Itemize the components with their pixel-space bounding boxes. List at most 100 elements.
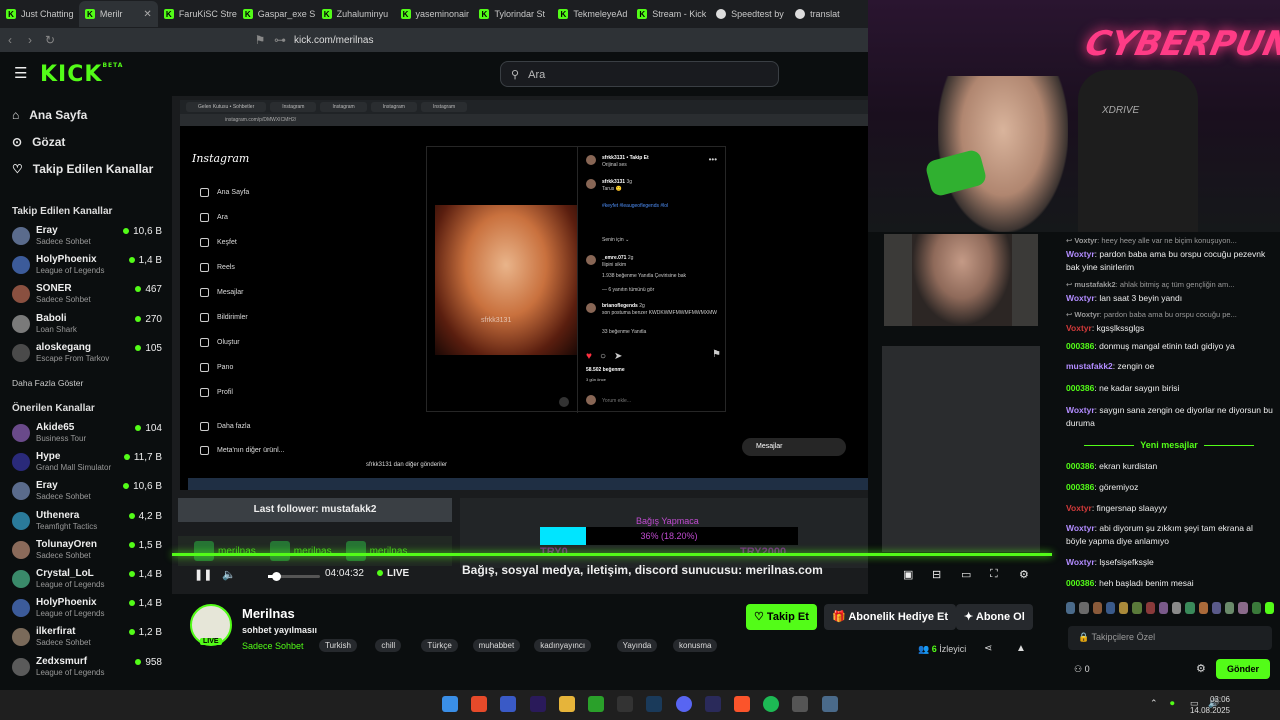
- epic-icon[interactable]: [617, 696, 634, 712]
- streamer-name[interactable]: Merilnas: [242, 606, 295, 621]
- bookmark-icon[interactable]: ⚑: [250, 33, 270, 47]
- recommended-channel[interactable]: TolunayOren Sadece Sohbet 1,5 B: [12, 538, 162, 565]
- browser-tab[interactable]: K FaruKiSC Stre: [158, 1, 237, 27]
- send-button[interactable]: Gönder: [1216, 659, 1270, 679]
- browser-tab[interactable]: K Gaspar_exe S: [237, 1, 316, 27]
- followed-channel[interactable]: Baboli Loan Shark 270: [12, 312, 162, 339]
- emote-icon[interactable]: [1238, 602, 1248, 614]
- browser-tab[interactable]: K Merilr ✕: [78, 1, 158, 27]
- chat-input[interactable]: 🔒 Takipçilere Özel: [1068, 626, 1272, 650]
- discord-icon[interactable]: [675, 696, 692, 712]
- forward-icon[interactable]: ›: [20, 33, 40, 47]
- volume-icon[interactable]: 🔈: [222, 568, 236, 581]
- pip-icon[interactable]: ▣: [903, 568, 913, 581]
- channel-points[interactable]: ⚇ 0: [1074, 664, 1090, 675]
- volume-handle[interactable]: [272, 572, 282, 581]
- site-info-icon[interactable]: ⊶: [270, 33, 290, 47]
- reload-icon[interactable]: ↻: [40, 33, 60, 47]
- premiere-icon[interactable]: [529, 696, 546, 712]
- stream-tag[interactable]: Türkçe: [421, 639, 458, 652]
- recommended-channel[interactable]: Hype Grand Mall Simulator 11,7 B: [12, 450, 162, 477]
- search-input[interactable]: ⚲ Ara: [500, 61, 779, 87]
- subscribe-button[interactable]: ✦ Abone Ol: [956, 604, 1033, 630]
- url-text[interactable]: kick.com/merilnas: [294, 35, 373, 46]
- app-icon[interactable]: [792, 696, 809, 712]
- close-tab-icon[interactable]: ✕: [143, 9, 151, 20]
- emote-icon[interactable]: [1225, 602, 1235, 614]
- recommended-channel[interactable]: ilkerfirat Sadece Sohbet 1,2 B: [12, 625, 162, 652]
- stream-tag[interactable]: muhabbet: [472, 639, 521, 652]
- browser-tab[interactable]: Speedtest by: [710, 1, 789, 27]
- browser-icon[interactable]: [471, 696, 488, 712]
- emote-icon[interactable]: [1211, 602, 1221, 614]
- windows-start-icon[interactable]: [442, 696, 458, 712]
- emote-icon[interactable]: [1079, 602, 1089, 614]
- folder-icon[interactable]: [558, 696, 575, 712]
- emote-icon[interactable]: [1198, 602, 1208, 614]
- gift-sub-button[interactable]: 🎁 Abonelik Hediye Et: [824, 604, 956, 630]
- recommended-channel[interactable]: Zedxsmurf League of Legends 958: [12, 655, 162, 682]
- share-icon[interactable]: ⋖: [984, 643, 992, 654]
- emote-icon[interactable]: [1251, 602, 1261, 614]
- recommended-channel[interactable]: Akide65 Business Tour 104: [12, 421, 162, 448]
- theater-icon[interactable]: ▭: [961, 568, 971, 581]
- stream-tag[interactable]: Turkish: [319, 639, 357, 652]
- menu-icon[interactable]: ☰: [14, 64, 27, 82]
- emote-icon[interactable]: [1119, 602, 1129, 614]
- stream-category[interactable]: Sadece Sohbet: [242, 641, 304, 651]
- spotify-icon[interactable]: [763, 696, 780, 712]
- video-player[interactable]: Gelen Kutusu • Sohbetler Instagram Instagr…: [172, 96, 868, 594]
- emote-icon[interactable]: [1105, 602, 1115, 614]
- emote-icon[interactable]: [1172, 602, 1182, 614]
- back-icon[interactable]: ‹: [0, 33, 20, 47]
- monitor-icon[interactable]: [500, 696, 517, 712]
- app-icon[interactable]: [821, 696, 838, 712]
- browser-tab[interactable]: K Stream - Kick: [631, 1, 710, 27]
- browser-tab[interactable]: K Zuhaluminyu: [316, 1, 395, 27]
- follow-button[interactable]: ♡ Takip Et: [746, 604, 817, 630]
- tray-up-icon[interactable]: ⌃: [1150, 698, 1158, 709]
- kick-logo[interactable]: KICKBETA: [40, 62, 123, 87]
- followed-channel[interactable]: HolyPhoenix League of Legends 1,4 B: [12, 253, 162, 280]
- system-clock[interactable]: 03:06 14.08.2025: [1190, 694, 1230, 716]
- recommended-channel[interactable]: Uthenera Teamfight Tactics 4,2 B: [12, 509, 162, 536]
- show-more-link[interactable]: Daha Fazla Göster: [12, 378, 83, 388]
- emote-icon[interactable]: [1185, 602, 1195, 614]
- recommended-channel[interactable]: Crystal_LoL League of Legends 1,4 B: [12, 567, 162, 594]
- steam-icon[interactable]: [646, 696, 663, 712]
- sidebar-nav-item[interactable]: ♡ Takip Edilen Kanallar: [12, 162, 153, 176]
- sidebar-nav-item[interactable]: ⌂ Ana Sayfa: [12, 108, 87, 122]
- emote-icon[interactable]: [1092, 602, 1102, 614]
- recommended-channel[interactable]: Eray Sadece Sohbet 10,6 B: [12, 479, 162, 506]
- followed-channel[interactable]: Eray Sadece Sohbet 10,6 B: [12, 224, 162, 251]
- emote-icon[interactable]: [1264, 602, 1274, 614]
- browser-tab[interactable]: K Just Chatting: [0, 1, 79, 27]
- pause-icon[interactable]: ❚❚: [194, 568, 212, 581]
- report-icon[interactable]: ▲: [1016, 643, 1026, 654]
- stream-tag[interactable]: kadınyayıncı: [534, 639, 592, 652]
- settings-icon[interactable]: ⚙: [1019, 568, 1029, 581]
- stream-tag[interactable]: chill: [375, 639, 402, 652]
- xbox-icon[interactable]: [588, 696, 604, 712]
- emote-icon[interactable]: [1158, 602, 1168, 614]
- mic-tray-icon[interactable]: ⏺: [1170, 698, 1175, 709]
- clip-icon[interactable]: ⊟: [932, 568, 941, 581]
- browser-tab[interactable]: K TekmeleyeAd: [552, 1, 631, 27]
- obs-icon[interactable]: [704, 696, 721, 712]
- browser-tab[interactable]: Kyaseminonair: [395, 1, 474, 27]
- followed-channel[interactable]: SONER Sadece Sohbet 467: [12, 282, 162, 309]
- volume-slider[interactable]: [268, 572, 320, 581]
- browser-tab[interactable]: translat: [789, 1, 868, 27]
- emote-icon[interactable]: [1132, 602, 1142, 614]
- browser-tab[interactable]: K Tylorindar St: [473, 1, 552, 27]
- sidebar-nav-item[interactable]: ⊙ Gözat: [12, 135, 65, 149]
- fullscreen-icon[interactable]: ⛶: [990, 568, 998, 581]
- emote-icon[interactable]: [1066, 602, 1076, 614]
- recommended-channel[interactable]: HolyPhoenix League of Legends 1,4 B: [12, 596, 162, 623]
- emote-bar[interactable]: [1066, 602, 1274, 618]
- stream-tag[interactable]: Yayında: [616, 639, 658, 652]
- emote-icon[interactable]: [1145, 602, 1155, 614]
- chat-settings-icon[interactable]: ⚙: [1196, 662, 1206, 675]
- stream-tag[interactable]: konusma: [673, 639, 718, 652]
- brave-icon[interactable]: [734, 696, 750, 712]
